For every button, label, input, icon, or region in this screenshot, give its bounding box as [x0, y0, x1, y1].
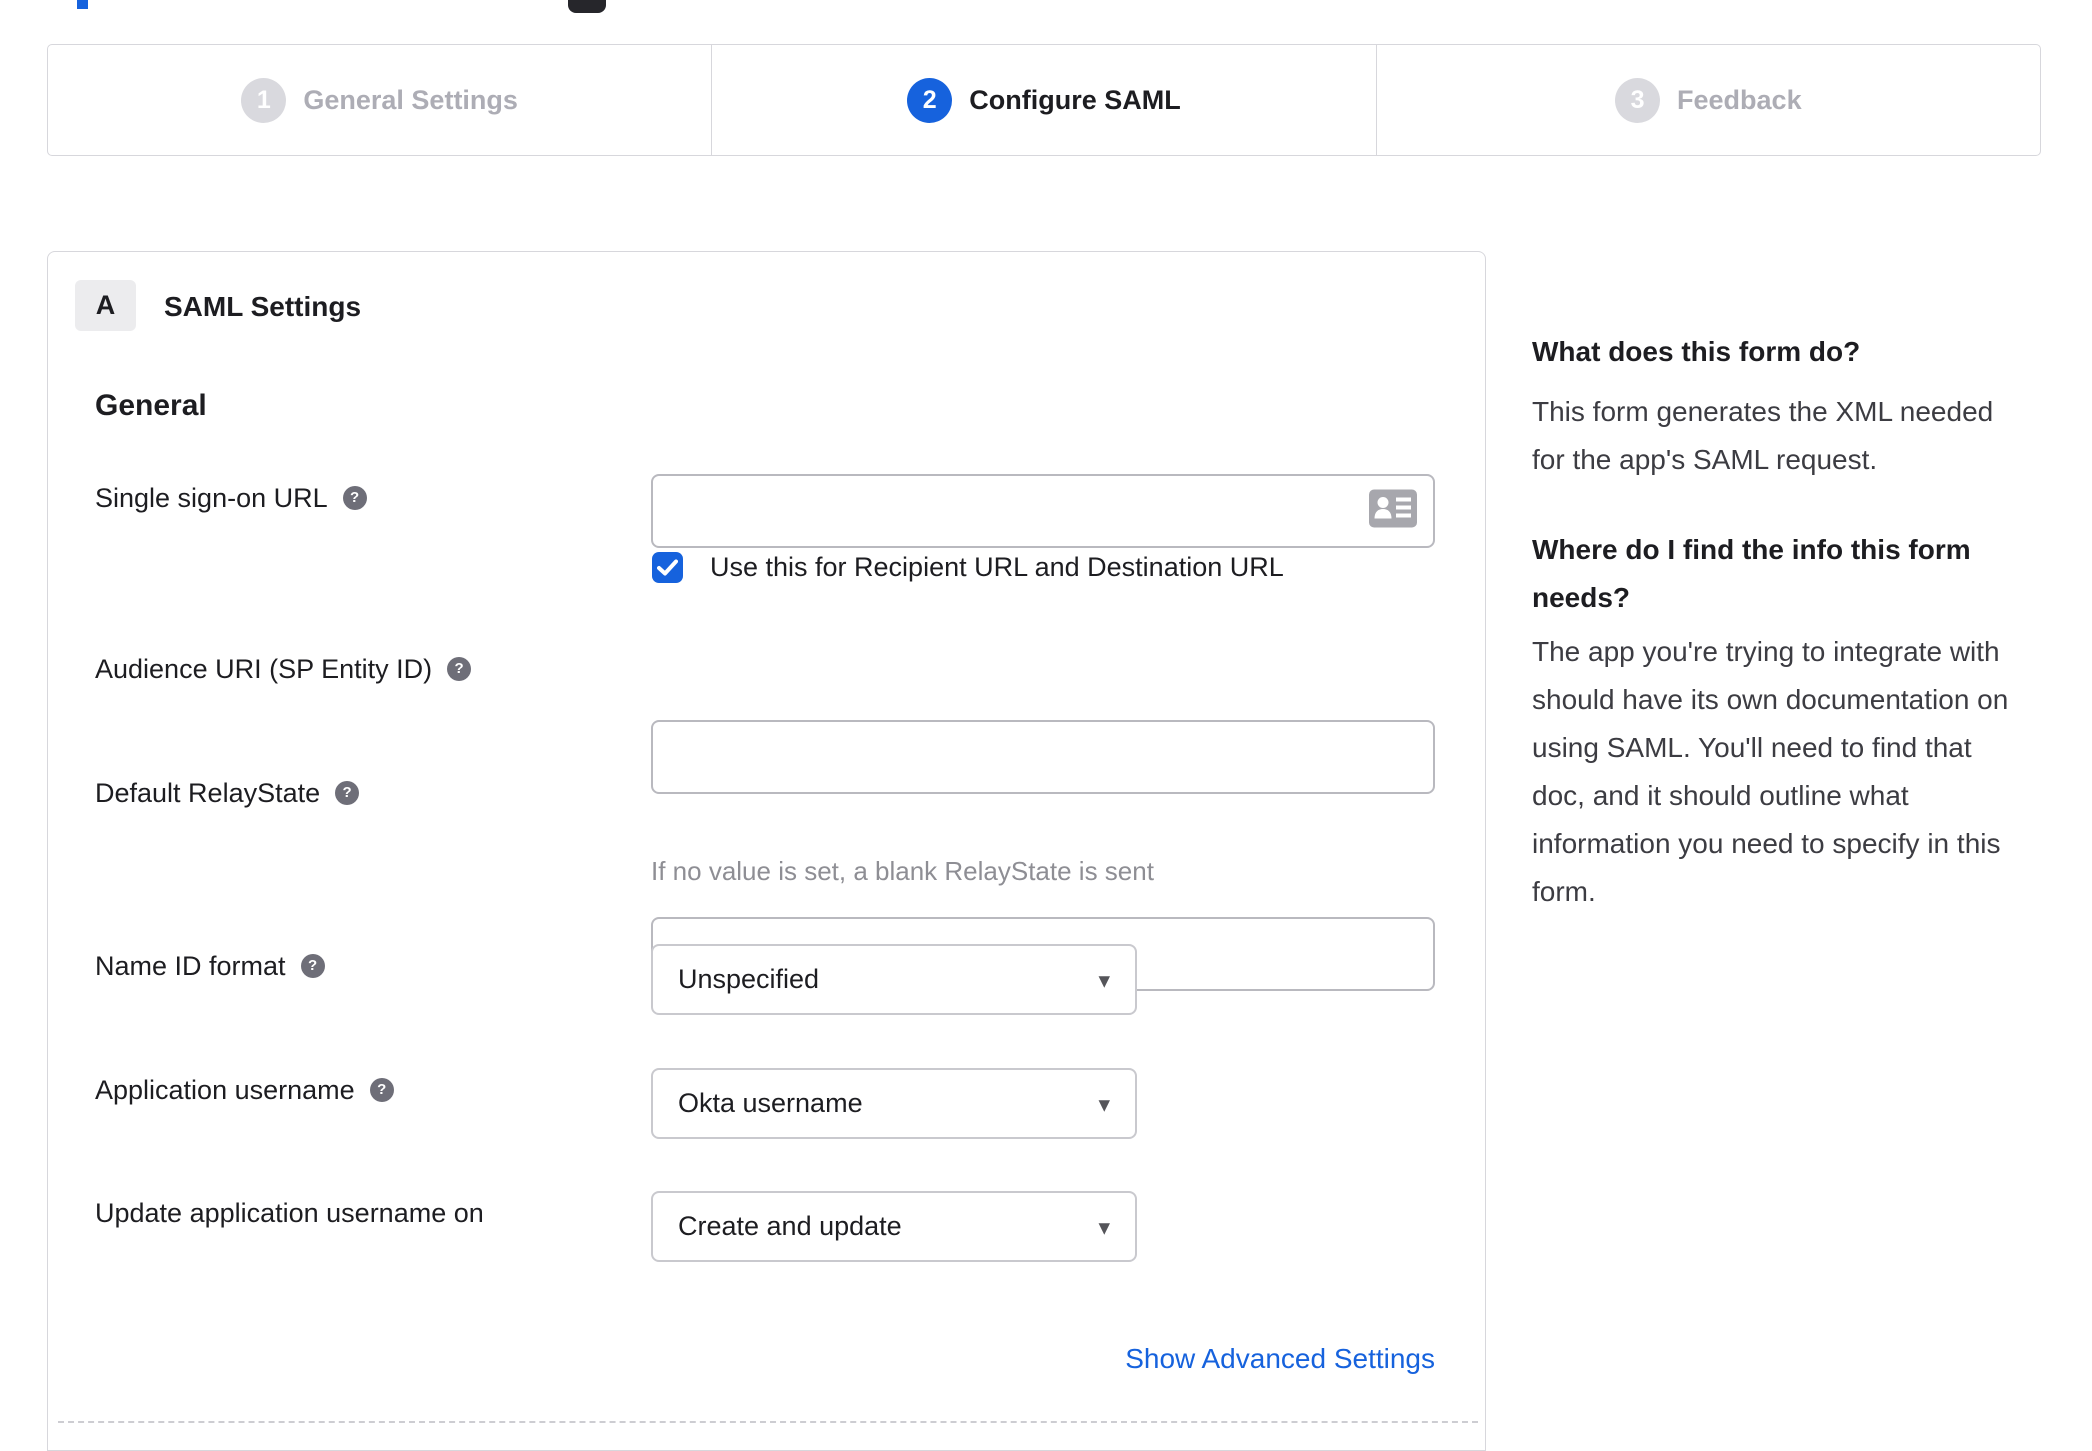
step-number-badge: 1 — [241, 77, 287, 123]
step-feedback[interactable]: 3 Feedback — [1375, 45, 2040, 155]
sidebar-heading-what: What does this form do? — [1532, 336, 1861, 367]
audience-uri-input[interactable] — [653, 722, 1433, 792]
chevron-down-icon: ▾ — [1098, 967, 1110, 993]
panel-title: SAML Settings — [164, 291, 362, 322]
saml-settings-panel — [47, 251, 1486, 1451]
chevron-down-icon: ▾ — [1098, 1091, 1110, 1117]
update-app-username-label: Update application username on — [95, 1198, 484, 1228]
name-id-format-select[interactable]: Unspecified ▾ — [651, 944, 1137, 1015]
application-username-label-row: Application username ? — [95, 1074, 394, 1106]
help-icon[interactable]: ? — [342, 486, 367, 510]
sso-url-input[interactable] — [653, 476, 1433, 546]
panel-dashed-divider — [58, 1421, 1478, 1423]
sso-use-for-row: Use this for Recipient URL and Destinati… — [652, 552, 1284, 583]
name-id-format-label: Name ID format — [95, 951, 286, 981]
step-label: Configure SAML — [969, 84, 1181, 115]
sso-use-for-label: Use this for Recipient URL and Destinati… — [710, 552, 1284, 582]
contact-card-icon — [1369, 489, 1417, 533]
application-username-select[interactable]: Okta username ▾ — [651, 1068, 1137, 1139]
wizard-stepper: 1 General Settings 2 Configure SAML 3 Fe… — [47, 44, 2041, 156]
name-id-format-label-row: Name ID format ? — [95, 950, 325, 982]
update-app-username-select[interactable]: Create and update ▾ — [651, 1191, 1137, 1262]
checkmark-icon — [657, 559, 678, 576]
step-configure-saml[interactable]: 2 Configure SAML — [711, 45, 1375, 155]
step-general-settings[interactable]: 1 General Settings — [48, 45, 711, 155]
step-label: General Settings — [303, 84, 518, 115]
help-icon[interactable]: ? — [447, 657, 472, 681]
help-icon[interactable]: ? — [335, 781, 360, 805]
cutoff-header-blue-fragment — [77, 0, 88, 9]
application-username-value: Okta username — [678, 1088, 863, 1118]
general-group-title: General — [95, 389, 207, 422]
update-app-username-label-row: Update application username on — [95, 1197, 484, 1229]
default-relaystate-label-row: Default RelayState ? — [95, 777, 360, 809]
audience-uri-label: Audience URI (SP Entity ID) — [95, 654, 433, 684]
section-a-badge: A — [75, 280, 136, 331]
default-relaystate-label: Default RelayState — [95, 778, 321, 808]
sso-url-label-row: Single sign-on URL ? — [95, 482, 367, 514]
step-label: Feedback — [1677, 84, 1802, 115]
sso-url-label: Single sign-on URL — [95, 483, 328, 513]
sidebar-body-what: This form generates the XML needed for t… — [1532, 396, 1994, 475]
audience-uri-label-row: Audience URI (SP Entity ID) ? — [95, 653, 472, 685]
cutoff-header-dark-fragment — [568, 0, 606, 13]
step-number-badge: 3 — [1615, 77, 1661, 123]
sso-use-for-checkbox[interactable] — [652, 552, 683, 583]
update-app-username-value: Create and update — [678, 1211, 902, 1241]
name-id-format-value: Unspecified — [678, 964, 820, 994]
step-number-badge: 2 — [907, 77, 953, 123]
sidebar-body-where: The app you're trying to integrate with … — [1532, 636, 2009, 907]
show-advanced-settings-link[interactable]: Show Advanced Settings — [651, 1343, 1435, 1375]
relaystate-helper-text: If no value is set, a blank RelayState i… — [651, 856, 1154, 886]
help-icon[interactable]: ? — [300, 954, 325, 978]
help-icon[interactable]: ? — [369, 1078, 394, 1102]
sso-url-field — [651, 474, 1435, 548]
sidebar-heading-where: Where do I find the info this form needs… — [1532, 534, 1971, 613]
application-username-label: Application username — [95, 1075, 355, 1105]
chevron-down-icon: ▾ — [1098, 1214, 1110, 1240]
audience-uri-field — [651, 720, 1435, 794]
